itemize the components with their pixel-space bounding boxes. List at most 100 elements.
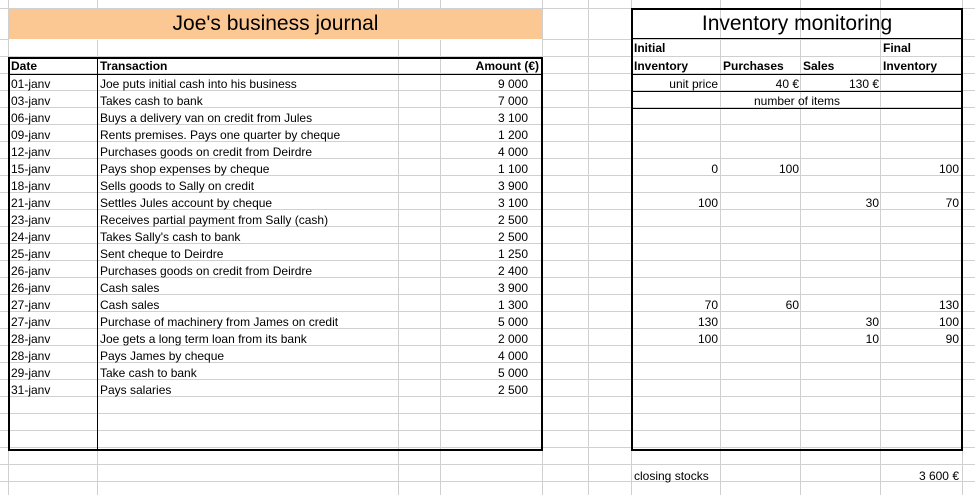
journal-row-amount[interactable]: 4 000: [440, 144, 530, 161]
journal-row-date[interactable]: 27-janv: [9, 314, 97, 331]
journal-row-date[interactable]: 24-janv: [9, 229, 97, 246]
inventory-row-sales[interactable]: [801, 178, 881, 195]
journal-row-date[interactable]: 15-janv: [9, 161, 97, 178]
journal-row-transaction[interactable]: Pays salaries: [98, 382, 438, 399]
inventory-row-initial[interactable]: [632, 212, 720, 229]
inventory-header-sales[interactable]: Sales: [801, 58, 881, 75]
inventory-row-initial[interactable]: 70: [632, 297, 720, 314]
number-of-items-label[interactable]: number of items: [632, 93, 962, 110]
journal-row-date[interactable]: 26-janv: [9, 263, 97, 280]
closing-stocks-label[interactable]: closing stocks: [632, 468, 752, 485]
journal-row-amount[interactable]: 2 400: [440, 263, 530, 280]
inventory-header-final-1[interactable]: Final: [881, 40, 961, 57]
inventory-row-purchases[interactable]: [721, 314, 801, 331]
inventory-row-sales[interactable]: [801, 263, 881, 280]
inventory-row-final[interactable]: 70: [881, 195, 961, 212]
inventory-row-sales[interactable]: [801, 161, 881, 178]
journal-row-date[interactable]: 06-janv: [9, 110, 97, 127]
journal-row-transaction[interactable]: Receives partial payment from Sally (cas…: [98, 212, 438, 229]
journal-header-transaction[interactable]: Transaction: [98, 58, 398, 75]
journal-row-transaction[interactable]: Cash sales: [98, 280, 438, 297]
inventory-header-initial-1[interactable]: Initial: [632, 40, 720, 57]
journal-row-amount[interactable]: 1 300: [440, 297, 530, 314]
journal-row-date[interactable]: 03-janv: [9, 93, 97, 110]
inventory-row-purchases[interactable]: [721, 331, 801, 348]
journal-row-transaction[interactable]: Sent cheque to Deirdre: [98, 246, 438, 263]
inventory-row-final[interactable]: 100: [881, 161, 961, 178]
journal-row-date[interactable]: 09-janv: [9, 127, 97, 144]
journal-row-transaction[interactable]: Purchases goods on credit from Deirdre: [98, 263, 438, 280]
inventory-row-final[interactable]: [881, 229, 961, 246]
inventory-row-initial[interactable]: 0: [632, 161, 720, 178]
journal-row-date[interactable]: 23-janv: [9, 212, 97, 229]
inventory-row-initial[interactable]: 130: [632, 314, 720, 331]
inventory-header-purchases[interactable]: Purchases: [721, 58, 801, 75]
journal-row-date[interactable]: 28-janv: [9, 331, 97, 348]
journal-row-amount[interactable]: 1 200: [440, 127, 530, 144]
inventory-row-initial[interactable]: 100: [632, 331, 720, 348]
journal-row-transaction[interactable]: Takes cash to bank: [98, 93, 438, 110]
inventory-row-initial[interactable]: [632, 280, 720, 297]
inventory-row-final[interactable]: [881, 178, 961, 195]
unit-price-label[interactable]: unit price: [632, 76, 720, 93]
journal-row-amount[interactable]: 7 000: [440, 93, 530, 110]
journal-row-date[interactable]: 28-janv: [9, 348, 97, 365]
inventory-row-final[interactable]: 130: [881, 297, 961, 314]
journal-row-amount[interactable]: 3 100: [440, 195, 530, 212]
purchase-unit-price[interactable]: 40 €: [721, 76, 801, 93]
journal-row-date[interactable]: 18-janv: [9, 178, 97, 195]
journal-row-date[interactable]: 27-janv: [9, 297, 97, 314]
journal-row-amount[interactable]: 4 000: [440, 348, 530, 365]
inventory-row-purchases[interactable]: [721, 263, 801, 280]
journal-row-date[interactable]: 29-janv: [9, 365, 97, 382]
inventory-row-sales[interactable]: [801, 280, 881, 297]
inventory-row-purchases[interactable]: [721, 212, 801, 229]
inventory-row-purchases[interactable]: 100: [721, 161, 801, 178]
inventory-row-final[interactable]: [881, 246, 961, 263]
inventory-row-sales[interactable]: [801, 144, 881, 161]
journal-row-amount[interactable]: 9 000: [440, 76, 530, 93]
journal-row-transaction[interactable]: Purchases goods on credit from Deirdre: [98, 144, 438, 161]
journal-row-date[interactable]: 26-janv: [9, 280, 97, 297]
inventory-row-purchases[interactable]: [721, 144, 801, 161]
sale-unit-price[interactable]: 130 €: [801, 76, 881, 93]
journal-row-transaction[interactable]: Settles Jules account by cheque: [98, 195, 438, 212]
journal-row-transaction[interactable]: Cash sales: [98, 297, 438, 314]
inventory-row-sales[interactable]: 10: [801, 331, 881, 348]
inventory-row-final[interactable]: [881, 212, 961, 229]
inventory-row-final[interactable]: [881, 280, 961, 297]
inventory-title[interactable]: Inventory monitoring: [632, 9, 962, 39]
journal-row-transaction[interactable]: Purchase of machinery from James on cred…: [98, 314, 438, 331]
inventory-row-initial[interactable]: [632, 229, 720, 246]
journal-row-amount[interactable]: 5 000: [440, 365, 530, 382]
inventory-row-purchases[interactable]: 60: [721, 297, 801, 314]
journal-title[interactable]: Joe's business journal: [9, 9, 542, 39]
journal-row-amount[interactable]: 3 900: [440, 280, 530, 297]
inventory-row-sales[interactable]: 30: [801, 195, 881, 212]
journal-header-date[interactable]: Date: [9, 58, 98, 75]
inventory-row-initial[interactable]: [632, 246, 720, 263]
inventory-row-purchases[interactable]: [721, 195, 801, 212]
inventory-header-initial-2[interactable]: Inventory: [632, 58, 720, 75]
inventory-row-sales[interactable]: 30: [801, 314, 881, 331]
inventory-row-purchases[interactable]: [721, 280, 801, 297]
journal-row-amount[interactable]: 2 500: [440, 382, 530, 399]
journal-row-amount[interactable]: 1 250: [440, 246, 530, 263]
inventory-row-initial[interactable]: 100: [632, 195, 720, 212]
inventory-row-final[interactable]: [881, 144, 961, 161]
inventory-row-purchases[interactable]: [721, 178, 801, 195]
journal-row-transaction[interactable]: Takes Sally's cash to bank: [98, 229, 438, 246]
journal-row-date[interactable]: 31-janv: [9, 382, 97, 399]
inventory-row-purchases[interactable]: [721, 246, 801, 263]
journal-row-amount[interactable]: 2 000: [440, 331, 530, 348]
inventory-row-purchases[interactable]: [721, 229, 801, 246]
journal-row-amount[interactable]: 5 000: [440, 314, 530, 331]
journal-row-amount[interactable]: 3 100: [440, 110, 530, 127]
journal-row-transaction[interactable]: Pays James by cheque: [98, 348, 438, 365]
journal-row-transaction[interactable]: Joe gets a long term loan from its bank: [98, 331, 438, 348]
journal-row-transaction[interactable]: Pays shop expenses by cheque: [98, 161, 438, 178]
journal-header-amount[interactable]: Amount (€): [440, 58, 541, 75]
journal-row-date[interactable]: 25-janv: [9, 246, 97, 263]
inventory-row-initial[interactable]: [632, 263, 720, 280]
inventory-row-sales[interactable]: [801, 297, 881, 314]
